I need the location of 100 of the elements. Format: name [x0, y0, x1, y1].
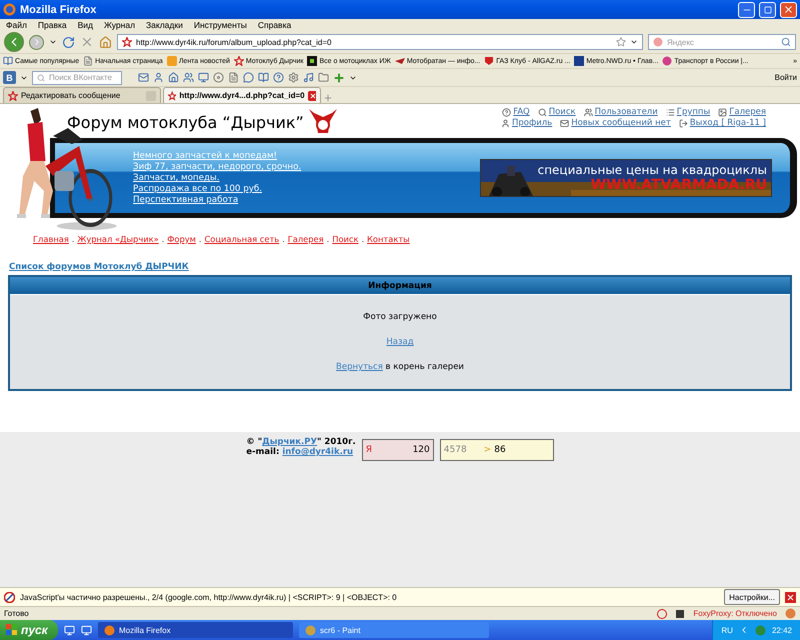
search-icon [538, 108, 547, 116]
logout-icon [678, 118, 688, 128]
desktop-icon[interactable] [64, 624, 75, 636]
help-icon [502, 108, 512, 116]
search-icon[interactable] [781, 37, 791, 47]
dropdown-icon[interactable] [49, 38, 57, 46]
tab[interactable]: Редактировать сообщение [3, 87, 161, 103]
user-link[interactable]: Группы [666, 107, 710, 117]
news-link[interactable]: Распродажа все по 100 руб. [133, 184, 302, 194]
menu-item[interactable]: Журнал [104, 20, 136, 30]
menu-item[interactable]: Вид [78, 20, 94, 30]
minimize-button[interactable] [738, 2, 755, 18]
close-button[interactable] [780, 2, 797, 18]
star-icon [234, 56, 244, 66]
help-icon[interactable] [273, 72, 284, 83]
close-icon[interactable] [308, 90, 316, 100]
monitor-icon[interactable] [81, 624, 92, 636]
page-icon[interactable] [228, 72, 239, 83]
language-indicator[interactable]: RU [721, 626, 733, 634]
nav-link[interactable]: Контакты [367, 234, 410, 244]
visit-counter[interactable]: Я 120 [362, 439, 434, 461]
panel-title: Информация [10, 277, 790, 295]
noscript-message: JavaScript'ы частично разрешены., 2/4 (google.com, http://www.dyr4ik.ru) | <SCRIPT>: 9 | <OBJECT>: 0 [20, 592, 398, 602]
star-icon[interactable] [616, 37, 626, 47]
banner-text: специальные цены на квадроциклы [538, 163, 767, 177]
settings-button[interactable]: Настройки... [724, 589, 780, 605]
folder-icon[interactable] [318, 72, 329, 83]
star-icon [8, 90, 18, 100]
user-icon[interactable] [153, 72, 164, 83]
nav-link[interactable]: Галерея [288, 234, 324, 244]
vk-search-field[interactable]: Поиск ВКонтакте [32, 70, 122, 84]
tab[interactable]: http://www.dyr4...d.php?cat_id=0 [163, 87, 321, 103]
user-link[interactable]: Галерея [718, 107, 766, 117]
login-link[interactable]: Войти [774, 73, 797, 82]
user-link[interactable]: FAQ [502, 107, 530, 117]
home-icon[interactable] [99, 36, 112, 48]
address-field[interactable]: http://www.dyr4ik.ru/forum/album_upload.php?cat_id=0 [117, 34, 643, 50]
menu-item[interactable]: Инструменты [194, 20, 247, 30]
nav-link[interactable]: Главная [33, 234, 69, 244]
return-link[interactable]: Вернуться [336, 362, 383, 372]
menu-item[interactable]: Файл [6, 20, 27, 30]
email-link[interactable]: info@dyr4ik.ru [282, 447, 354, 457]
mail-icon[interactable] [138, 72, 149, 83]
banner-url: WWW.ATVARMADA.RU [590, 177, 767, 193]
status-text: Готово [4, 609, 30, 618]
reload-icon[interactable] [62, 36, 75, 48]
restore-icon [764, 6, 772, 14]
monitor-icon[interactable] [198, 72, 209, 83]
settings-icon[interactable] [288, 72, 299, 83]
menu-item[interactable]: Правка [38, 20, 67, 30]
disc-icon[interactable] [213, 72, 224, 83]
home-icon[interactable] [168, 72, 179, 83]
nav-link[interactable]: Журнал «Дырчик» [77, 234, 159, 244]
nav-link[interactable]: Поиск [332, 234, 358, 244]
restore-button[interactable] [759, 2, 776, 18]
nav-link[interactable]: Форум [167, 234, 196, 244]
ad-banner[interactable]: специальные цены на квадроциклы WWW.ATVARMADA.RU [480, 159, 772, 197]
users-icon[interactable] [183, 72, 194, 83]
separator-text: . [361, 234, 364, 244]
menu-item[interactable]: Справка [258, 20, 292, 30]
stop-icon[interactable] [80, 35, 94, 49]
start-button[interactable]: пуск [0, 620, 58, 640]
user-link[interactable]: Пользователи [584, 107, 658, 117]
plus-icon[interactable] [333, 72, 345, 84]
menu-item[interactable]: Закладки [146, 20, 183, 30]
star-icon [168, 90, 176, 100]
forward-button[interactable] [29, 34, 44, 50]
user-link[interactable]: Поиск [538, 107, 576, 117]
news-link[interactable]: Перспективная работа [133, 195, 302, 205]
taskbar-button[interactable]: scr6 - Paint [299, 622, 489, 638]
search-icon [37, 74, 45, 82]
stats-counter[interactable]: 4578 > 86 [440, 439, 554, 461]
counter-value: 86 [494, 445, 506, 455]
site-link[interactable]: Дырчик.РУ [262, 437, 318, 447]
chat-icon[interactable] [243, 72, 254, 83]
separator-text: . [282, 234, 285, 244]
back-link[interactable]: Назад [386, 337, 414, 347]
window-icon[interactable] [675, 608, 686, 618]
close-icon [783, 4, 794, 15]
user-link[interactable]: Новых сообщений нет [560, 118, 671, 128]
back-button[interactable] [4, 32, 24, 52]
close-icon[interactable] [785, 592, 796, 602]
dropdown-icon[interactable] [630, 38, 638, 46]
proxy-status[interactable]: FoxyProxy: Отключено [693, 609, 777, 618]
news-link[interactable]: Запчасти, мопеды. [133, 173, 302, 183]
book-icon[interactable] [258, 72, 269, 83]
list-icon [666, 108, 675, 116]
nav-link[interactable]: Социальная сеть [204, 234, 280, 244]
user-link[interactable]: Профиль [500, 118, 552, 128]
copyright-text: © "Дырчик.РУ" 2010г. [246, 437, 356, 447]
taskbar-button[interactable]: Mozilla Firefox [98, 622, 293, 638]
vk-badge[interactable]: B [3, 71, 16, 84]
search-field[interactable]: Яндекс [648, 34, 796, 50]
new-tab-icon[interactable] [323, 93, 333, 103]
shield-icon [484, 56, 494, 66]
music-icon[interactable] [303, 72, 314, 83]
separator-text: . [72, 234, 74, 244]
separator-text: . [162, 234, 164, 244]
user-link[interactable]: Выход [ Riga-11 ] [678, 118, 766, 128]
breadcrumb-link[interactable]: Список форумов Мотоклуб ДЫРЧИК [9, 262, 189, 272]
